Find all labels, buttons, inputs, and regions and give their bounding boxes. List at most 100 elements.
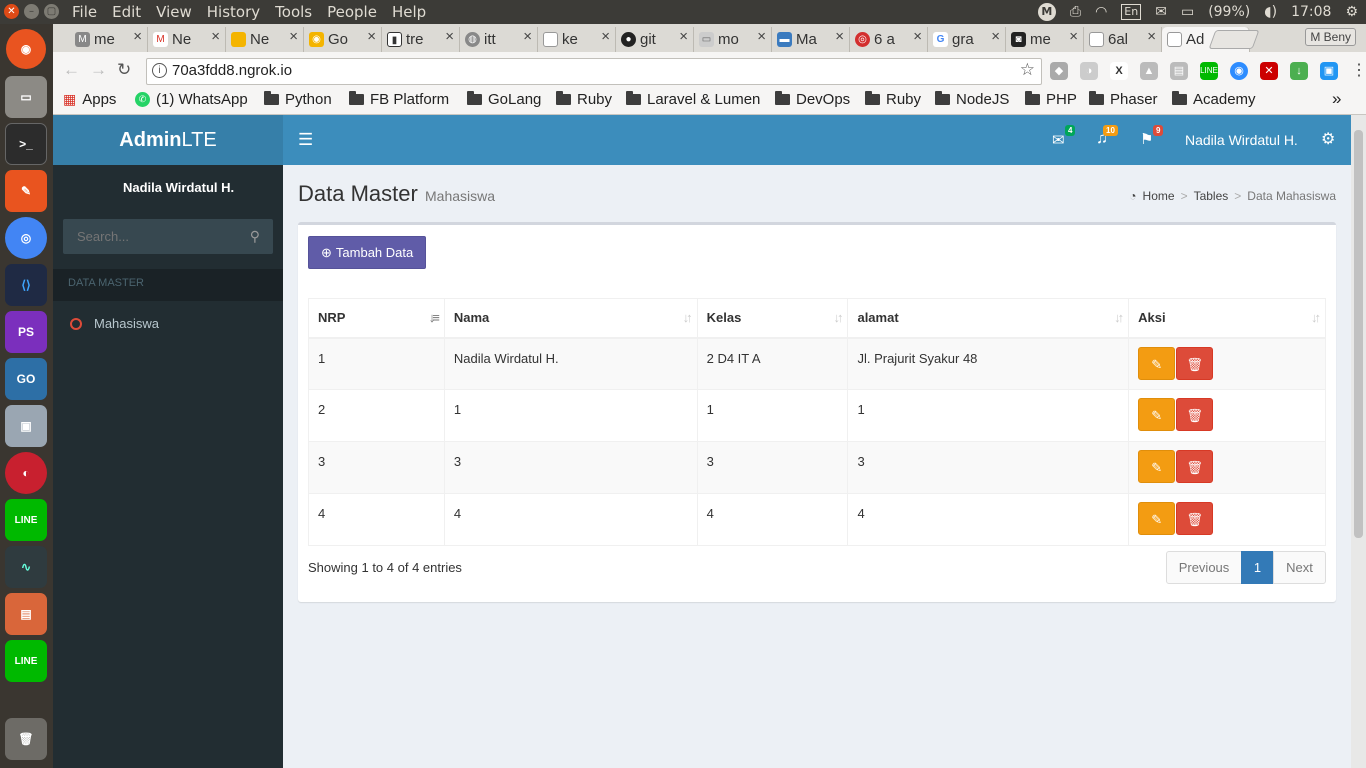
edit-pencil-icon[interactable]: ✎ xyxy=(1138,450,1176,483)
tab-4[interactable]: ◉ Go × xyxy=(304,27,382,52)
sidebar-search-input[interactable] xyxy=(63,219,233,254)
column-header-kelas[interactable]: Kelas ↓↑ xyxy=(696,298,849,339)
search-icon[interactable]: ⚲ xyxy=(250,228,260,245)
line-icon-2[interactable]: LINE xyxy=(5,640,47,682)
tab-1[interactable]: Mme × xyxy=(70,27,148,52)
pagination-next[interactable]: Next xyxy=(1273,551,1326,584)
tab-close-icon[interactable]: × xyxy=(1069,28,1078,45)
tab-9[interactable]: ▭ mo × xyxy=(694,27,772,52)
menu-tools[interactable]: Tools xyxy=(275,2,312,22)
column-header-aksi[interactable]: Aksi ↓↑ xyxy=(1128,298,1326,339)
maximize-window-icon[interactable]: ▢ xyxy=(44,4,59,19)
battery-level[interactable]: (99%) xyxy=(1208,2,1250,22)
pagination-previous[interactable]: Previous xyxy=(1166,551,1242,584)
extension-x-icon[interactable]: X xyxy=(1110,62,1128,80)
menu-history[interactable]: History xyxy=(207,2,260,22)
browser-menu-icon[interactable]: ⋮ xyxy=(1350,62,1366,80)
edit-pencil-icon[interactable]: ✎ xyxy=(1138,398,1176,431)
page-scrollbar-thumb[interactable] xyxy=(1354,130,1363,538)
line-icon[interactable]: LINE xyxy=(5,499,47,541)
tab-close-icon[interactable]: × xyxy=(445,28,454,45)
forward-icon[interactable]: → xyxy=(90,60,107,80)
column-header-alamat[interactable]: alamat ↓↑ xyxy=(847,298,1130,339)
tab-close-icon[interactable]: × xyxy=(523,28,532,45)
bookmark-folder[interactable]: Academy xyxy=(1172,91,1256,108)
bookmark-folder[interactable]: FB Platform xyxy=(349,91,449,108)
bookmark-star-icon[interactable]: ☆ xyxy=(1020,60,1035,80)
tab-6[interactable]: ◍ itt × xyxy=(460,27,538,52)
messages-envelope-icon[interactable]: ✉ xyxy=(1052,131,1065,149)
close-window-icon[interactable]: ✕ xyxy=(4,4,19,19)
ubuntu-dash-icon[interactable]: ◉ xyxy=(6,29,46,69)
menu-people[interactable]: People xyxy=(327,2,377,22)
extension-icon[interactable]: ✕ xyxy=(1260,62,1278,80)
column-header-nrp[interactable]: NRP ↓≡ xyxy=(308,298,445,339)
tab-close-icon[interactable]: × xyxy=(835,28,844,45)
tab-3[interactable]: Ne × xyxy=(226,27,304,52)
files-icon[interactable]: ▤ xyxy=(5,593,47,635)
delete-trash-icon[interactable]: 🗑 xyxy=(1176,346,1214,380)
vscode-icon[interactable]: ⟨⟩ xyxy=(5,264,47,306)
settings-gear-icon[interactable]: ⚙ xyxy=(1345,2,1358,22)
tab-close-icon[interactable]: × xyxy=(1147,28,1156,45)
bookmark-folder[interactable]: PHP xyxy=(1025,91,1077,108)
edit-pencil-icon[interactable]: ✎ xyxy=(1138,502,1176,535)
admin-logo[interactable]: AdminLTE xyxy=(53,115,283,165)
tab-2[interactable]: M Ne × xyxy=(148,27,226,52)
bookmark-apps[interactable]: ▦ Apps xyxy=(63,91,116,108)
menu-help[interactable]: Help xyxy=(392,2,426,22)
delete-trash-icon[interactable]: 🗑 xyxy=(1176,450,1214,483)
delete-trash-icon[interactable]: 🗑 xyxy=(1176,398,1214,431)
bookmark-folder[interactable]: NodeJS xyxy=(935,91,1009,108)
bookmarks-overflow[interactable]: » xyxy=(1332,89,1341,109)
column-header-nama[interactable]: Nama ↓↑ xyxy=(443,298,698,339)
gitkraken-icon[interactable]: ◐ xyxy=(5,452,47,494)
box-icon[interactable]: ▣ xyxy=(5,405,47,447)
keyboard-language[interactable]: En xyxy=(1121,4,1142,20)
pagination-page-1[interactable]: 1 xyxy=(1241,551,1274,584)
line-extension-icon[interactable]: LINE xyxy=(1200,62,1218,80)
wifi-icon[interactable]: ◠ xyxy=(1095,2,1107,22)
menu-file[interactable]: File xyxy=(72,2,97,22)
tasks-flag-icon[interactable]: ⚑ xyxy=(1140,130,1153,148)
sidebar-item-mahasiswa[interactable]: Mahasiswa xyxy=(53,308,283,338)
postman-icon[interactable]: ✎ xyxy=(5,170,47,212)
goland-icon[interactable]: GO xyxy=(5,358,47,400)
gmail-indicator-icon[interactable]: M xyxy=(1037,3,1056,21)
tab-close-icon[interactable]: × xyxy=(289,28,298,45)
control-sidebar-gears-icon[interactable]: ⚙ xyxy=(1321,129,1335,149)
tab-close-icon[interactable]: × xyxy=(133,28,142,45)
reload-icon[interactable]: ↻ xyxy=(117,60,131,80)
clock[interactable]: 17:08 xyxy=(1291,2,1331,22)
zoom-extension-icon[interactable]: ◉ xyxy=(1230,62,1248,80)
printer-icon[interactable]: ⎙ xyxy=(1070,2,1081,22)
url-text[interactable]: 70a3fdd8.ngrok.io xyxy=(172,62,292,79)
trash-icon[interactable]: 🗑 xyxy=(5,718,47,760)
tab-close-icon[interactable]: × xyxy=(757,28,766,45)
tab-14[interactable]: 6al × xyxy=(1084,27,1162,52)
menu-edit[interactable]: Edit xyxy=(112,2,141,22)
tab-10[interactable]: ▬ Ma × xyxy=(772,27,850,52)
header-user-name[interactable]: Nadila Wirdatul H. xyxy=(1185,132,1298,148)
menu-view[interactable]: View xyxy=(156,2,192,22)
info-icon[interactable]: i xyxy=(152,63,167,78)
tab-close-icon[interactable]: × xyxy=(601,28,610,45)
sidebar-toggle-icon[interactable]: ☰ xyxy=(298,130,313,150)
disk-icon[interactable]: ▭ xyxy=(5,76,47,118)
bookmark-whatsapp[interactable]: ✆ (1) WhatsApp xyxy=(135,91,248,108)
tab-close-icon[interactable]: × xyxy=(211,28,220,45)
tab-13[interactable]: ◙ me × xyxy=(1006,27,1084,52)
terminal-icon[interactable]: >_ xyxy=(5,123,47,165)
battery-icon[interactable]: ▭ xyxy=(1181,2,1194,22)
bookmark-folder[interactable]: GoLang xyxy=(467,91,541,108)
minimize-window-icon[interactable]: – xyxy=(24,4,39,19)
chrome-icon[interactable]: ◎ xyxy=(5,217,47,259)
extension-icon[interactable]: ▤ xyxy=(1170,62,1188,80)
tab-close-icon[interactable]: × xyxy=(991,28,1000,45)
edit-pencil-icon[interactable]: ✎ xyxy=(1138,346,1176,380)
system-monitor-icon[interactable]: ∿ xyxy=(5,546,47,588)
tab-7[interactable]: ke × xyxy=(538,27,616,52)
breadcrumb-tables[interactable]: Tables xyxy=(1194,189,1229,203)
phpstorm-icon[interactable]: PS xyxy=(5,311,47,353)
extension-icon[interactable]: ◆ xyxy=(1050,62,1068,80)
